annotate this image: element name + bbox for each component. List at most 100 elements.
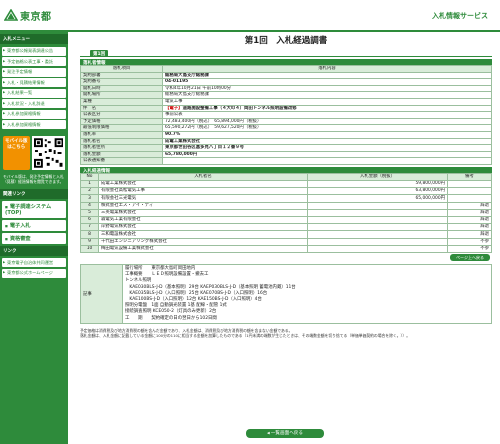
sidebar-item-koho[interactable]: 東京都公報発表調達公告 — [2, 46, 66, 56]
sidebar-item-hatchu-yotei[interactable]: 発注予定情報 — [2, 67, 66, 77]
bid-row: 8 三和電設株式会社 辞退 — [80, 230, 492, 239]
bid-amount — [307, 208, 448, 218]
mobile-label: モバイル版 — [5, 138, 28, 144]
bid-no: 10 — [80, 244, 99, 253]
info-row: 開札場所 総務局大島支庁総務課 — [80, 91, 492, 99]
info-row: 契約部署 総務局大島支庁総務課 — [80, 71, 492, 80]
bid-amount: 63,800,000円 — [307, 187, 448, 196]
info-row-value-text: 電気工事 — [165, 98, 183, 104]
bid-remark — [447, 187, 492, 196]
info-row: 予定価格 72,483,400円（税込） 65,894,000円（税抜） — [80, 117, 492, 126]
bid-no: 1 — [80, 180, 99, 189]
round-tabs: 第1回 — [80, 50, 492, 57]
sidebar-item-shikaku-2[interactable]: 入札参加資格情報 — [2, 120, 66, 129]
sidebar-item-nyusatsu-kekka[interactable]: 入札・見積結果情報 — [2, 78, 66, 87]
bid-remark — [447, 194, 492, 203]
info-row-label: 契約部署 — [80, 71, 163, 80]
bidder-name: 有限会社三光電気 — [98, 194, 308, 203]
info-row-label: 公表通知番 — [80, 157, 163, 165]
back-to-list-button[interactable]: 一覧画面へ戻る — [246, 429, 324, 438]
mobile-label-2: はこちら — [7, 144, 26, 150]
info-row-label: 落札者名 — [80, 137, 163, 146]
sidebar-link-shikaku-shinsa[interactable]: 資格審査 — [2, 232, 66, 244]
info-row-value-text: 65,780,000円 — [165, 151, 198, 157]
info-row-value: 【電子】道路施設整備工事（４大の４）岡田トンネル照明設備改修 — [162, 104, 492, 113]
tab-round-1[interactable]: 第1回 — [90, 50, 109, 57]
bidder-name: 株式会社エス・アイ・ティ — [98, 201, 308, 210]
sidebar-item-yotei-kakaku[interactable]: 予定価格公表工事・委託 — [2, 57, 66, 66]
sidebar-links2-title: リンク — [0, 245, 68, 256]
sidebar-menu-title: 入札メニュー — [0, 34, 68, 44]
sidebar-link-denshi-nyusatsu[interactable]: 電子入札 — [2, 219, 66, 231]
bid-no: 6 — [80, 216, 99, 225]
info-row-value-text: 成電工業株式会社 — [165, 138, 201, 144]
sidebar-item-kekka-ichiran[interactable]: 入札結果一覧 — [2, 88, 66, 98]
sidebar-item-jitai[interactable]: 入札状況・入札辞退 — [2, 99, 66, 108]
sidebar-item-shikaku-1[interactable]: 入札参加資格情報 — [2, 109, 66, 119]
tokyo-logo[interactable]: 東京都 — [4, 8, 52, 23]
bid-amount — [307, 201, 448, 210]
info-row-value: 事前公表 — [162, 111, 492, 119]
info-table-body: 契約部署 総務局大島支庁総務課 契約番号 04-01195 開札日時 令和4年10月21日… — [80, 71, 492, 165]
sidebar-link-kyodo-unei[interactable]: 東京電子自治体共同運営 — [2, 258, 66, 267]
info-row-label: 落札金額 — [80, 150, 163, 159]
electronic-badge: 【電子】 — [165, 105, 183, 111]
info-row-value-text: 72,483,400円（税込） 65,894,000円（税抜） — [165, 118, 262, 124]
bids-col-name: 入札者名 — [98, 172, 308, 182]
info-row-value-text: 事前公表 — [165, 112, 183, 118]
info-row-value: 04-01195 — [162, 78, 492, 86]
bidder-name: 三英電業株式会社 — [98, 208, 308, 218]
main-content: 第1回 入札経過調書 第1回 落札者情報 落札項目 落札内容 契約部署 総務局大島… — [80, 32, 492, 444]
info-row-value: 令和4年10月21日 午前10時00分 — [162, 84, 492, 93]
info-row-value: 65,590,272円（税込） 59,627,520円（税抜） — [162, 124, 492, 132]
bid-row: 2 有限会社高松電気工事 63,800,000円 — [80, 187, 492, 196]
info-row-value: 東京都世田谷区喜多見八丁目１２番９号 — [162, 144, 492, 152]
bid-remark: 不参 — [447, 244, 492, 253]
info-row-value-text: 04-01195 — [165, 79, 189, 85]
bids-table-body: 1 成電工業株式会社 59,800,000円 2 有限会社高松電気工事 63,800,00… — [80, 180, 492, 253]
info-row: 落札金額 65,780,000円 — [80, 150, 492, 159]
info-table-header: 落札項目 落札内容 — [80, 65, 492, 73]
bid-row: 10 梅田電気設備工業株式会社 不参 — [80, 244, 492, 253]
info-row-value — [162, 157, 492, 165]
bid-amount — [307, 230, 448, 239]
bid-amount — [307, 216, 448, 225]
sidebar-link-tokyo-official[interactable]: 東京都公式ホームページ — [2, 268, 66, 278]
info-row: 契約番号 04-01195 — [80, 78, 492, 86]
logo-text: 東京都 — [20, 11, 52, 23]
info-row: 開札日時 令和4年10月21日 午前10時00分 — [80, 84, 492, 93]
bid-no: 5 — [80, 208, 99, 218]
mobile-promo: モバイル版 はこちら — [3, 135, 65, 170]
sidebar-link-denshi-chotatsu[interactable]: 電子調達システム(TOP) — [2, 200, 66, 218]
bid-no: 2 — [80, 187, 99, 196]
bid-remark: 不参 — [447, 237, 492, 246]
bidder-name: 千代田エンジニアリング株式会社 — [98, 237, 308, 246]
info-row: 業種 電気工事 — [80, 97, 492, 106]
bidder-name: 三和電設株式会社 — [98, 230, 308, 239]
page-header: 東京都 入札情報サービス — [0, 0, 500, 32]
bidder-name: 梅田電気設備工業株式会社 — [98, 244, 308, 253]
mobile-link-button[interactable]: モバイル版 はこちら — [3, 135, 30, 170]
page-top-button[interactable]: ページ上へ戻る — [450, 253, 490, 261]
bid-remark: 辞退 — [447, 208, 492, 218]
bid-amount — [307, 237, 448, 246]
qr-code-icon — [31, 135, 65, 170]
info-row-value: 電気工事 — [162, 97, 492, 106]
bids-table: No 入札者名 入札金額（税抜） 備考 1 成電工業株式会社 59,800,000円… — [80, 172, 492, 253]
bid-remark: 辞退 — [447, 230, 492, 239]
memo-label: 記事 — [80, 263, 123, 324]
info-row-label: 開札場所 — [80, 91, 163, 99]
footnote: 予定価格は消費税及び地方消費税の額を含んだ金額であり、入札金額は、消費税及び地方… — [80, 328, 492, 338]
bid-row: 9 千代田エンジニアリング株式会社 不参 — [80, 237, 492, 246]
bids-col-amount: 入札金額（税抜） — [307, 172, 448, 182]
page-title: 第1回 入札経過調書 — [244, 36, 328, 46]
bid-no: 8 — [80, 230, 99, 239]
info-col-item: 落札項目 — [80, 65, 163, 73]
info-row-label: 落札者住所 — [80, 144, 163, 152]
bid-amount — [307, 223, 448, 232]
info-row-label: 開札日時 — [80, 84, 163, 93]
info-row-value-text: 総務局大島支庁総務課 — [165, 72, 209, 78]
info-row: 件 名【電子】道路施設整備工事（４大の４）岡田トンネル照明設備改修 — [80, 104, 492, 113]
info-row: 公表区分 事前公表 — [80, 111, 492, 119]
rakusatsu-info-table: 落札項目 落札内容 契約部署 総務局大島支庁総務課 契約番号 04-01195 開札日時… — [80, 65, 492, 165]
